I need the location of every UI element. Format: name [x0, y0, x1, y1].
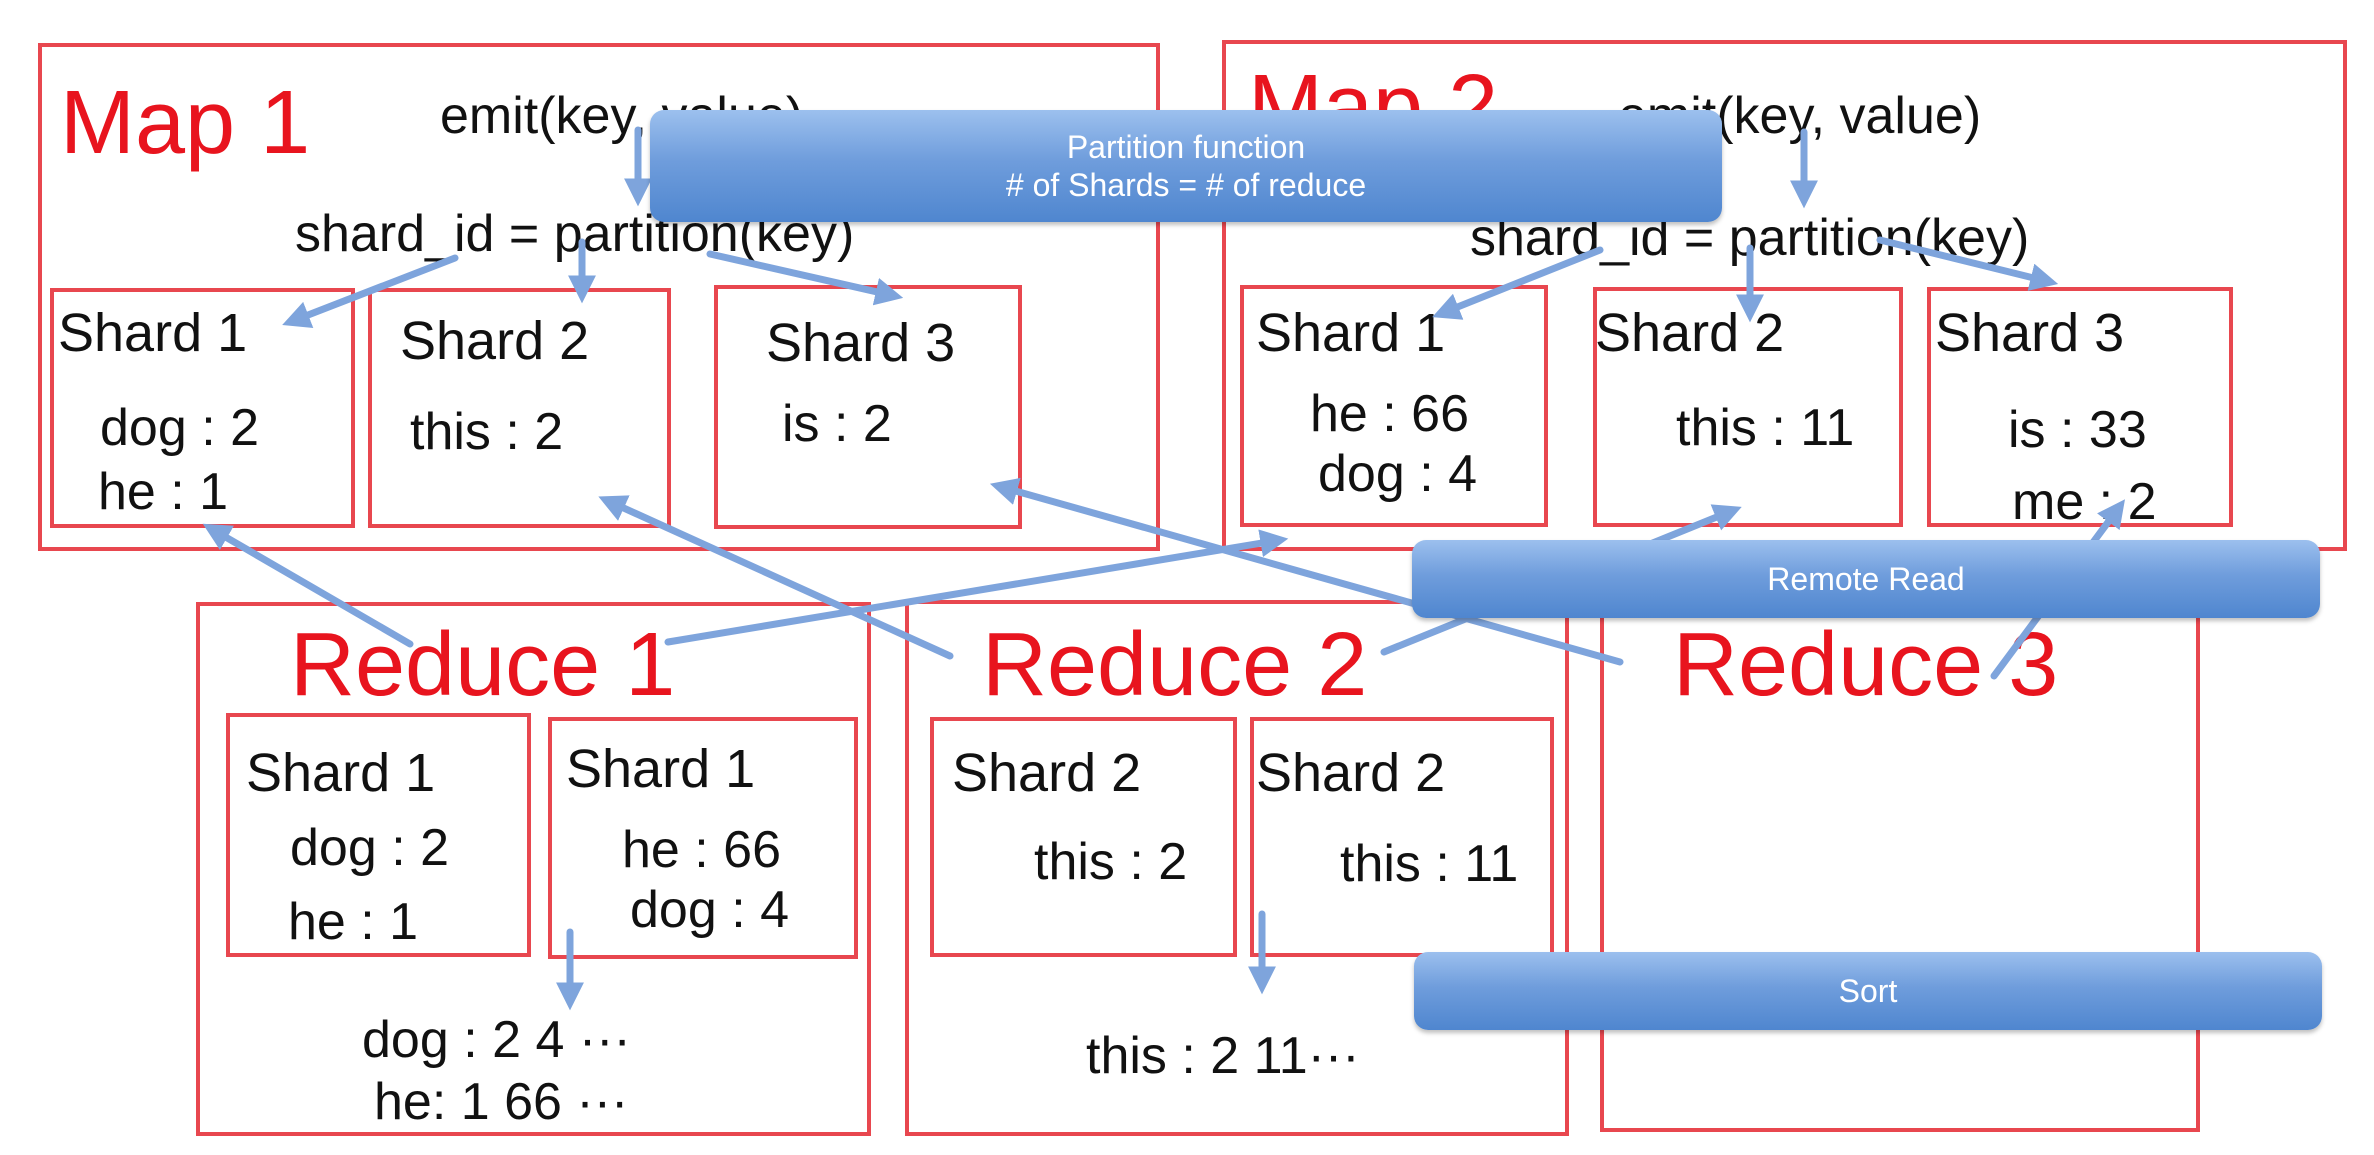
- map2-shard2-label: Shard 2: [1595, 303, 1785, 363]
- reduce1-shard1b-label: Shard 1: [566, 739, 756, 799]
- map1-shard1-line2: he : 1: [98, 463, 229, 521]
- reduce1-merged-line2: he: 1 66 ···: [374, 1073, 629, 1131]
- map2-shard3-line2: me : 2: [2012, 473, 2157, 531]
- reduce2-shard2b-label: Shard 2: [1256, 743, 1446, 803]
- reduce3-title: Reduce 3: [1673, 615, 2059, 715]
- reduce1-shard1a-line2: he : 1: [288, 893, 419, 951]
- remote-read-label: Remote Read: [1767, 560, 1965, 597]
- map1-shard3-line1: is : 2: [782, 395, 892, 453]
- sort-label: Sort: [1838, 972, 1898, 1009]
- map1-shard1-label: Shard 1: [58, 303, 248, 363]
- map2-shard3-line1: is : 33: [2008, 401, 2147, 459]
- reduce1-title: Reduce 1: [290, 615, 676, 715]
- partition-function-callout: Partition function # of Shards = # of re…: [650, 110, 1722, 222]
- reduce1-shard1a-label: Shard 1: [246, 743, 436, 803]
- map2-shard1-line1: he : 66: [1310, 385, 1470, 443]
- reduce1-shard1b-line2: dog : 4: [630, 881, 790, 939]
- map2-shard3-label: Shard 3: [1935, 303, 2125, 363]
- map2-shard2-line1: this : 11: [1676, 399, 1855, 457]
- reduce2-shard2b-line1: this : 11: [1340, 835, 1519, 893]
- reduce1-shard1a-line1: dog : 2: [290, 819, 450, 877]
- reduce1-merged-line1: dog : 2 4 ···: [362, 1011, 631, 1069]
- reduce1-shard1b-line1: he : 66: [622, 821, 782, 879]
- map1-shard2-line1: this : 2: [410, 403, 564, 461]
- map1-shard2-label: Shard 2: [400, 311, 590, 371]
- map1-title: Map 1: [60, 73, 311, 173]
- partition-function-subtitle: # of Shards = # of reduce: [1005, 167, 1367, 203]
- reduce2-title: Reduce 2: [982, 615, 1368, 715]
- map1-shard3-label: Shard 3: [766, 313, 956, 373]
- reduce2-merged-line1: this : 2 11···: [1086, 1027, 1360, 1085]
- map2-shard1-label: Shard 1: [1256, 303, 1446, 363]
- reduce2-shard2a-line1: this : 2: [1034, 833, 1188, 891]
- sort-callout: Sort: [1414, 952, 2322, 1030]
- map1-shard1-line1: dog : 2: [100, 399, 260, 457]
- reduce2-shard2a-label: Shard 2: [952, 743, 1142, 803]
- map2-shard1-line2: dog : 4: [1318, 445, 1478, 503]
- partition-function-title: Partition function: [1066, 128, 1306, 165]
- remote-read-callout: Remote Read: [1412, 540, 2320, 618]
